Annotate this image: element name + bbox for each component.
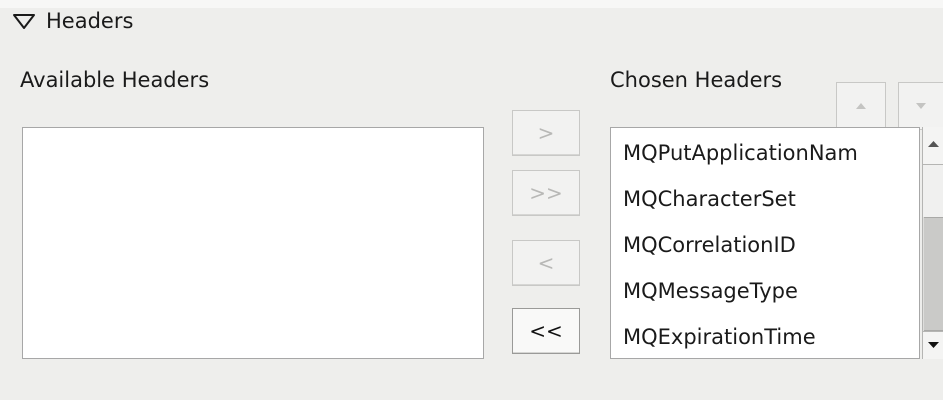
arrow-up-icon (854, 99, 868, 114)
list-item[interactable]: MQPutApplicationNam (611, 130, 919, 176)
chosen-headers-label: Chosen Headers (610, 68, 783, 92)
remove-all-button[interactable]: << (512, 308, 580, 354)
scroll-track[interactable] (923, 165, 943, 217)
add-all-button[interactable]: >> (512, 170, 580, 216)
chosen-list-scrollbar[interactable] (922, 127, 943, 359)
top-strip (0, 0, 943, 8)
list-item[interactable]: MQCorrelationID (611, 222, 919, 268)
section-title: Headers (46, 9, 134, 33)
move-up-button[interactable] (836, 82, 886, 130)
list-item[interactable]: MQMessageType (611, 268, 919, 314)
add-button[interactable]: > (512, 110, 580, 156)
available-headers-list[interactable] (22, 127, 484, 359)
arrow-down-icon (914, 99, 928, 114)
list-item[interactable]: MQExpirationTime (611, 314, 919, 358)
headers-section-toggle[interactable]: Headers (12, 4, 133, 38)
list-item[interactable]: MQCharacterSet (611, 176, 919, 222)
scroll-down-arrow-icon (928, 342, 939, 348)
triangle-down-icon (12, 11, 38, 31)
remove-button[interactable]: < (512, 240, 580, 286)
headers-panel: Headers Available Headers > >> < << Chos… (0, 0, 943, 400)
scroll-up-button[interactable] (923, 127, 943, 165)
chosen-headers-list[interactable]: MQPutApplicationNam MQCharacterSet MQCor… (610, 127, 920, 359)
scroll-thumb[interactable] (924, 217, 943, 331)
available-headers-label: Available Headers (20, 68, 210, 92)
scroll-up-arrow-icon (928, 141, 939, 147)
move-down-button[interactable] (898, 82, 943, 130)
scroll-down-button[interactable] (923, 331, 943, 359)
